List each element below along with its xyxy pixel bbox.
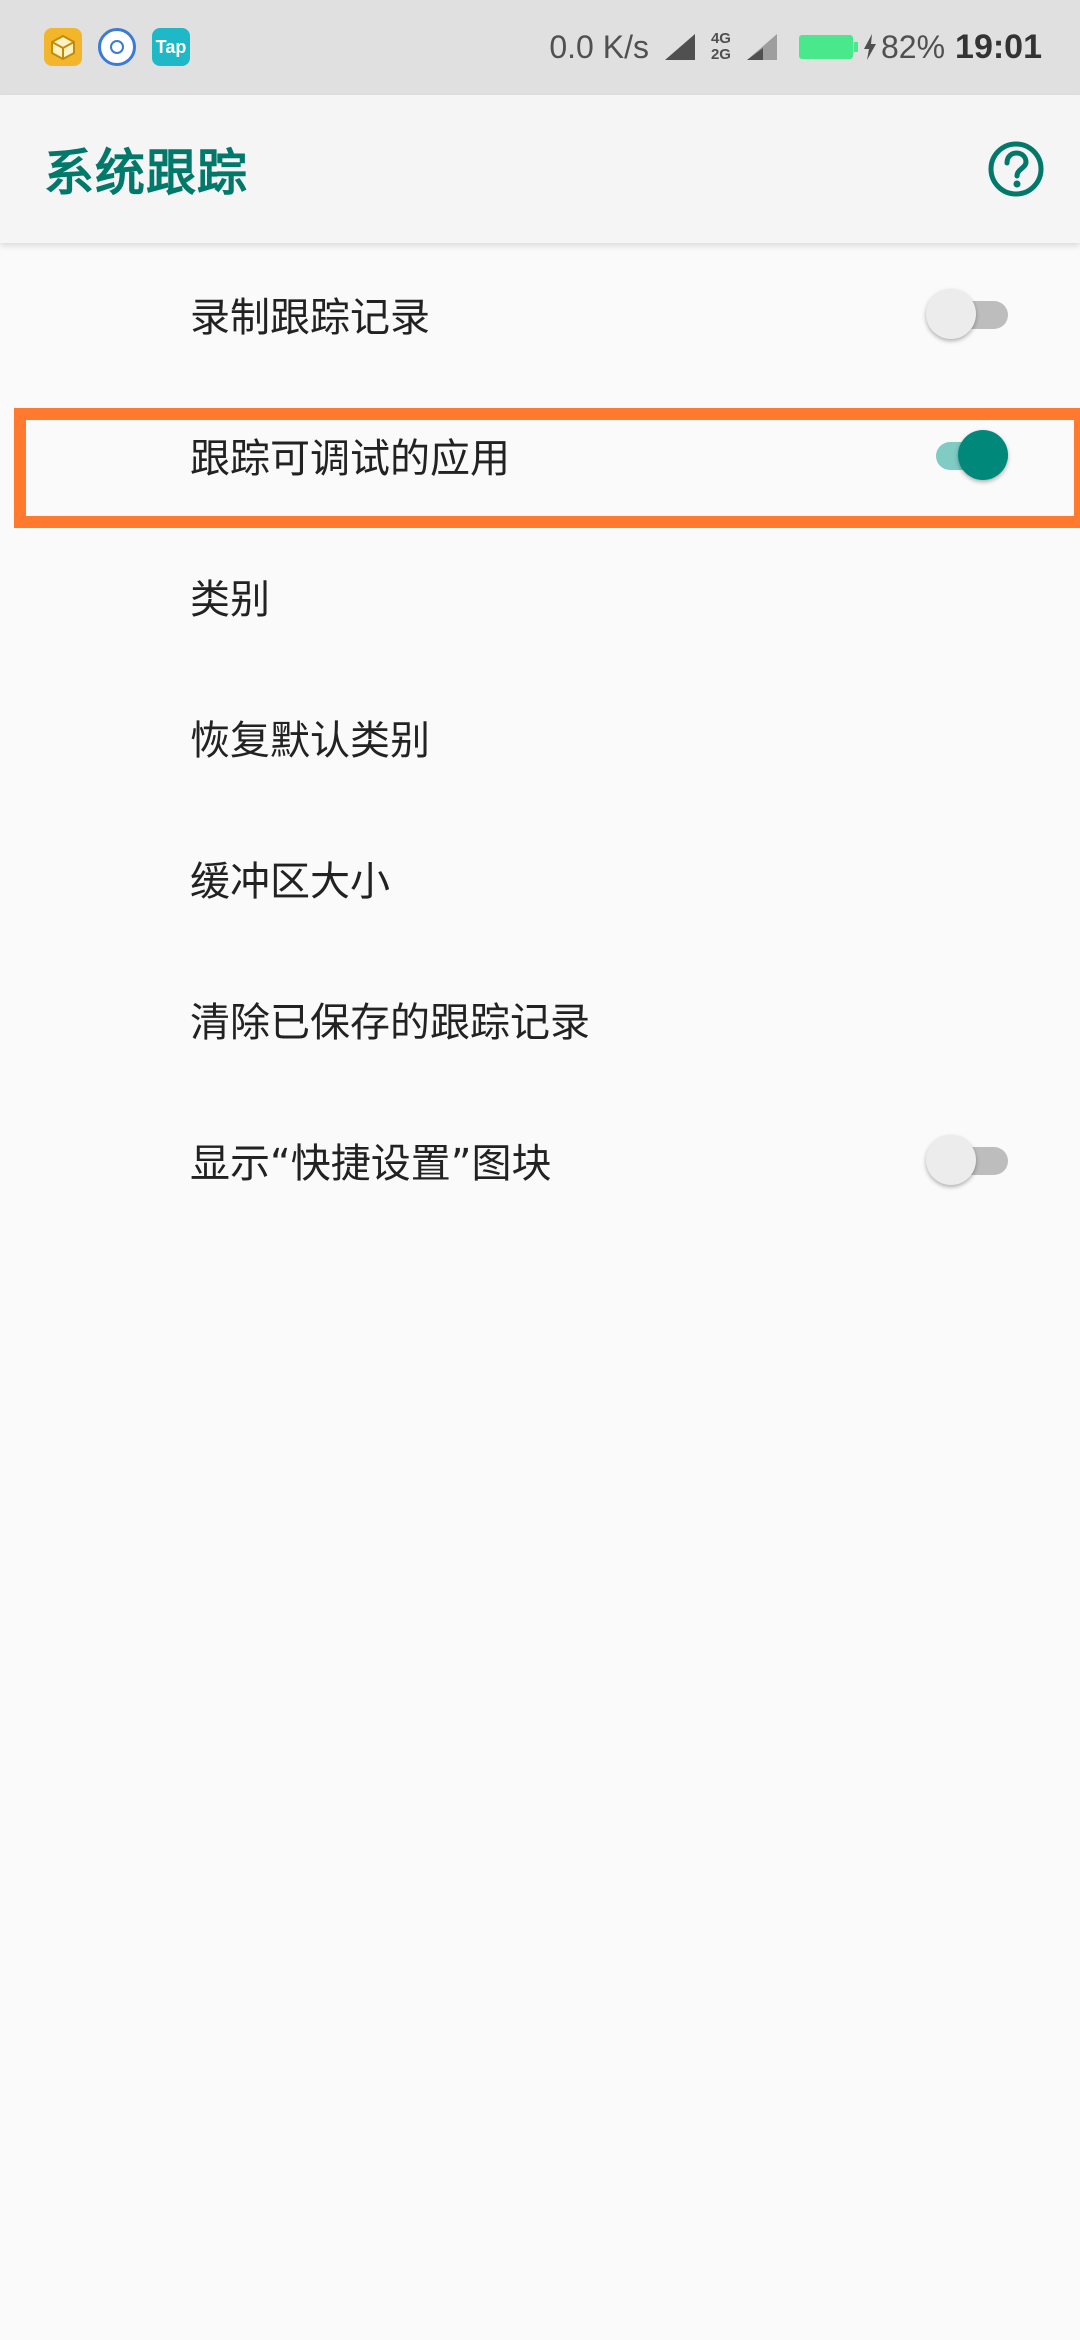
pref-title: 恢复默认类别 [190,717,430,764]
battery-percent: 82% [880,28,946,65]
switch-thumb [926,1134,976,1185]
trace-debuggable-apps-switch[interactable] [926,429,1008,481]
net-type-top: 4G [710,30,731,47]
pref-title: 清除已保存的跟踪记录 [190,999,590,1046]
tap-app-label: Tap [155,36,187,57]
pref-clear-saved-traces[interactable]: 清除已保存的跟踪记录 [0,948,1080,1089]
help-circle-icon [988,141,1044,197]
record-trace-switch[interactable] [926,288,1008,340]
net-speed: 0.0 K/s [549,28,649,65]
status-bar: Tap 0.0 K/s 4G 2G 82% 19:01 [0,0,1080,95]
cube-app-icon [44,28,82,66]
quick-settings-tile-switch[interactable] [926,1134,1008,1186]
help-button[interactable] [986,139,1046,199]
pref-title: 录制跟踪记录 [190,294,430,341]
signal-icon [664,34,695,60]
pref-title: 类别 [190,576,270,623]
app-toolbar: 系统跟踪 [0,95,1080,243]
net-type-bottom: 2G [710,46,731,63]
signal-icon-secondary [746,34,777,60]
switch-thumb [926,288,976,339]
settings-list: 录制跟踪记录 跟踪可调试的应用 类别 恢复默认类别 缓冲区大小 清除已保存的跟踪… [0,243,1080,1230]
pref-show-quick-settings-tile[interactable]: 显示“快捷设置”图块 [0,1089,1080,1230]
screen: Tap 0.0 K/s 4G 2G 82% 19:01 系统跟踪 录制跟踪记录 … [0,0,1080,2340]
pref-buffer-size[interactable]: 缓冲区大小 [0,807,1080,948]
pref-title: 跟踪可调试的应用 [190,435,510,482]
net-type-indicator: 4G 2G [711,31,731,63]
pref-categories[interactable]: 类别 [0,525,1080,666]
pref-trace-debuggable-apps[interactable]: 跟踪可调试的应用 [0,384,1080,525]
pref-title: 缓冲区大小 [190,858,390,905]
status-right-group: 0.0 K/s 4G 2G 82% 19:01 [549,22,1042,72]
switch-thumb [958,429,1008,480]
ifly-app-icon [98,28,136,66]
page-title: 系统跟踪 [44,144,248,202]
charging-icon [863,34,876,60]
battery-icon [798,35,858,59]
tap-app-icon: Tap [152,28,190,66]
pref-restore-default-categories[interactable]: 恢复默认类别 [0,666,1080,807]
pref-record-trace[interactable]: 录制跟踪记录 [0,243,1080,384]
pref-title: 显示“快捷设置”图块 [190,1140,552,1187]
status-clock: 19:01 [955,27,1042,66]
